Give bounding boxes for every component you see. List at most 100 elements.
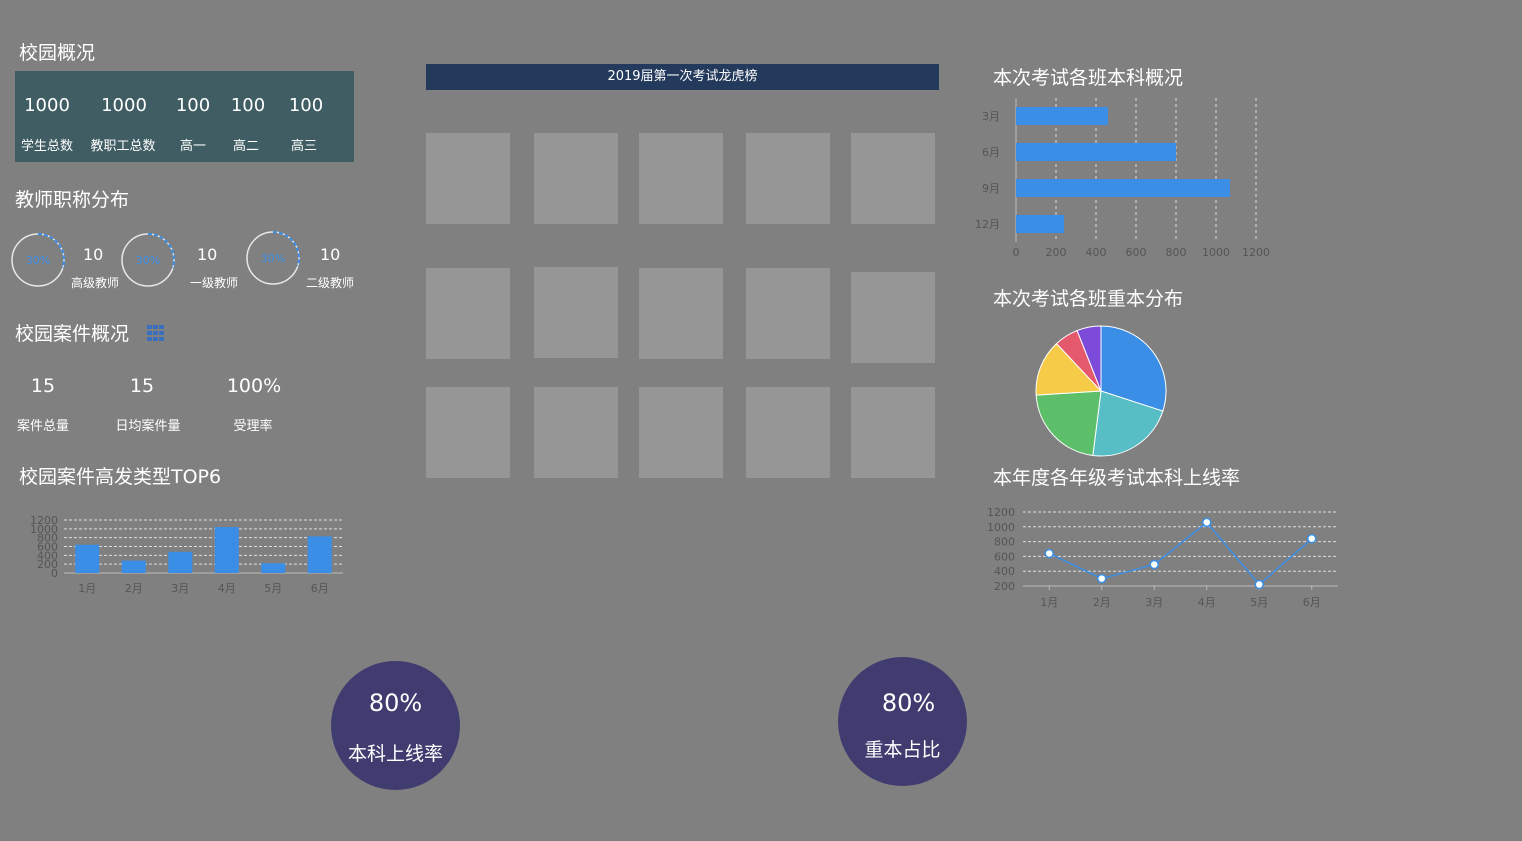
leaderboard-tile [746,387,830,478]
ring-first-text: 30% [136,254,160,267]
bachelor-rate-bubble: 80% 本科上线率 [331,661,460,790]
x-tick-label: 1200 [1242,246,1270,259]
data-point [1307,533,1317,544]
series-line [1048,521,1313,586]
accept-rate-label: 受理率 [233,419,273,434]
ring-senior-text: 30% [26,254,50,267]
leaderboard-tile [746,133,830,224]
case-top6-chart: 0200400600800100012001月 2月 3月 4月 5月 6月 [30,514,343,595]
bar [1016,215,1064,233]
bar [214,527,239,573]
class-bachelor-chart: 0 200 400 600 800 1000 1200 3月 6月 9月 12月 [975,98,1270,259]
bachelor-rate-value: 80% [368,689,423,717]
class-key-title: 本次考试各班重本分布 [993,288,1184,310]
case-total-label: 案件总量 [16,419,69,434]
x-tick-label: 4月 [1198,596,1216,609]
grade-rate-title: 本年度各年级考试本科上线率 [993,467,1241,489]
y-tick-label: 12月 [975,218,1000,231]
student-total-label: 学生总数 [20,139,73,154]
leaderboard-tile [639,133,723,224]
grade-rate-line-chart: 200 400 600800 1000 1200 1月 2月 3月 4月 5月 6月 [987,506,1338,609]
y-tick-label: 1200 [30,514,58,527]
class-bachelor-title: 本次考试各班本科概况 [993,67,1184,89]
data-point [1097,573,1107,584]
daily-case-value: 15 [129,375,155,397]
y-tick-label: 6月 [982,146,1000,159]
leaderboard-tile [851,133,935,224]
x-tick-label: 1000 [1202,246,1230,259]
y-tick-label: 9月 [982,182,1000,195]
x-tick-label: 2月 [125,582,143,595]
leaderboard-tile [534,267,618,358]
y-tick-label: 3月 [982,110,1000,123]
staff-total-label: 教职工总数 [90,139,156,154]
daily-case-label: 日均案件量 [115,419,181,434]
leaderboard-tile [426,387,510,478]
y-tick-label: 600 [994,550,1015,563]
y-tick-label: 200 [994,580,1015,593]
leaderboard-tile [639,387,723,478]
campus-overview-title: 校园概况 [19,42,96,64]
leaderboard-tile [534,133,618,224]
ring-second: 30% [246,231,300,285]
grade3-label: 高三 [290,139,317,154]
leaderboard-tile [426,133,510,224]
bar [307,536,332,573]
first-count: 10 [197,245,218,264]
case-overview-title: 校园案件概况 [15,323,130,345]
bar [1016,179,1230,197]
data-point [1149,559,1159,570]
ring-first: 30% [121,233,175,287]
x-tick-label: 600 [1126,246,1147,259]
data-point [1044,548,1054,559]
grade3-value: 100 [288,95,324,116]
second-count: 10 [320,245,341,264]
staff-total-value: 1000 [101,95,147,116]
bar [121,560,146,573]
bar [261,563,286,573]
bar [168,551,193,573]
y-tick-label: 1200 [987,506,1015,519]
key-ratio-value: 80% [881,689,936,717]
y-tick-label: 400 [994,565,1015,578]
ring-second-text: 30% [261,252,285,265]
leaderboard-tile [534,387,618,478]
x-tick-label: 6月 [311,582,329,595]
x-tick-label: 1月 [78,582,96,595]
campus-stats-panel: 1000 学生总数 1000 教职工总数 100 高一 100 高二 100 高… [15,71,354,162]
x-tick-label: 5月 [264,582,282,595]
pie-slice [1035,390,1102,457]
senior-label: 高级教师 [71,276,120,290]
x-tick-label: 3月 [171,582,189,595]
case-top6-title: 校园案件高发类型TOP6 [19,466,222,488]
leaderboard-header: 2019届第一次考试龙虎榜 [426,64,939,90]
x-tick-label: 800 [1166,246,1187,259]
grid-icon[interactable] [147,325,164,341]
bachelor-rate-label: 本科上线率 [347,743,443,765]
first-label: 一级教师 [190,276,239,290]
ring-senior: 30% [11,233,65,287]
x-tick-label: 6月 [1303,596,1321,609]
x-tick-label: 400 [1086,246,1107,259]
senior-count: 10 [83,245,104,264]
bar [1016,107,1108,125]
class-key-pie-chart [1035,325,1167,457]
x-tick-label: 2月 [1093,596,1111,609]
x-tick-label: 5月 [1250,596,1268,609]
y-tick-label: 800 [994,536,1015,549]
leaderboard-tile [426,268,510,359]
student-total-value: 1000 [24,95,70,116]
x-tick-label: 4月 [218,582,236,595]
teacher-title-dist-title: 教师职称分布 [15,189,130,211]
second-label: 二级教师 [306,276,355,290]
data-point [1202,517,1212,528]
leaderboard-tile [639,268,723,359]
case-total-value: 15 [30,375,56,397]
bar [75,544,100,573]
data-point [1254,579,1264,590]
x-tick-label: 0 [1013,246,1020,259]
accept-rate-value: 100% [226,375,282,397]
x-tick-label: 3月 [1145,596,1163,609]
y-tick-label: 1000 [987,521,1015,534]
key-ratio-bubble: 80% 重本占比 [838,657,967,786]
